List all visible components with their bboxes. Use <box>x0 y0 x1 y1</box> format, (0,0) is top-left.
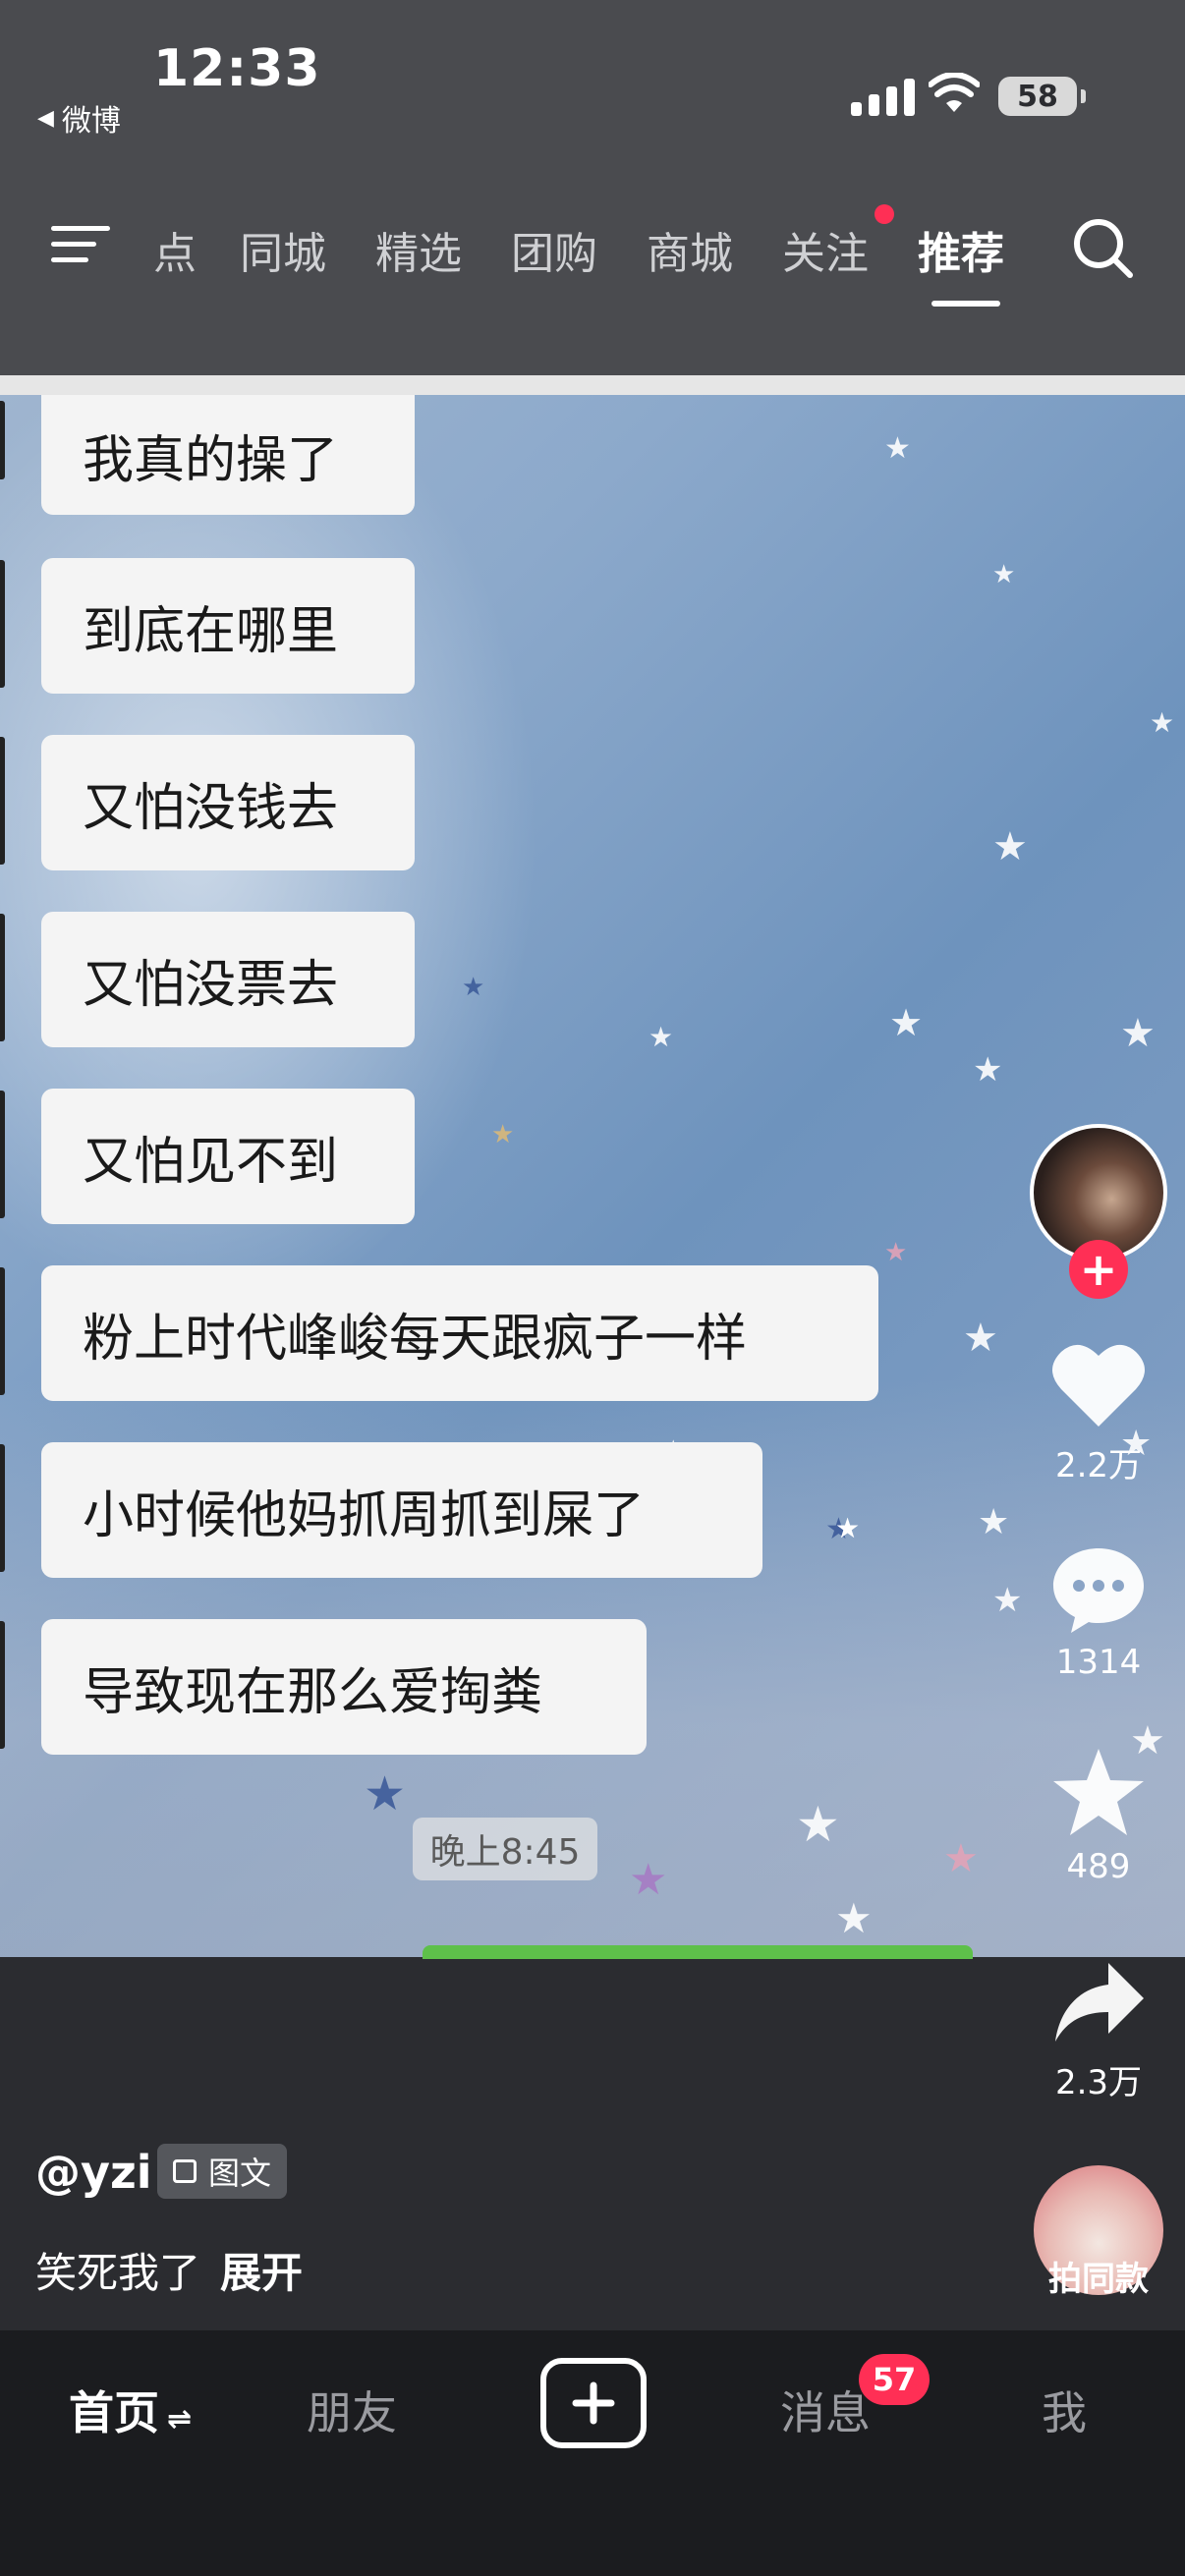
back-to-app-button[interactable]: ◀ 微博 <box>37 96 121 140</box>
star-decoration: ★ <box>462 973 485 1002</box>
like-button[interactable]: 2.2万 <box>1030 1340 1167 1486</box>
caption-text: 笑死我了 <box>35 2249 201 2297</box>
signal-icon <box>851 77 915 116</box>
share-button[interactable]: 2.3万 <box>1030 1957 1167 2103</box>
wifi-icon <box>929 73 980 112</box>
star-decoration: ★ <box>992 824 1028 869</box>
star-decoration: ★ <box>884 431 911 466</box>
share-count: 2.3万 <box>1054 2063 1143 2102</box>
star-decoration: ★ <box>978 1502 1010 1542</box>
back-arrow-icon: ◀ <box>37 105 54 131</box>
chat-edge <box>0 1091 5 1218</box>
battery-icon: 58 <box>998 77 1086 116</box>
status-time: 12:33 <box>153 39 321 98</box>
tab-friends[interactable]: 朋友 <box>307 2378 397 2442</box>
swap-icon: ⇌ <box>167 2402 193 2436</box>
post-media[interactable]: ★ ★ ★ ★ ★ ★ ★ ★ ★ ★ ★ ★ ★ ★ ★ ★ ★ ★ ★ ★ … <box>0 395 1185 1957</box>
comment-count: 1314 <box>1055 1643 1142 1682</box>
star-decoration: ★ <box>629 1855 668 1905</box>
star-decoration: ★ <box>1150 706 1175 739</box>
chat-bubble: 又怕见不到 <box>41 1089 415 1224</box>
star-decoration: ★ <box>963 1316 998 1361</box>
new-content-dot <box>875 204 894 224</box>
tab-home[interactable]: 首页 ⇌ <box>69 2378 192 2442</box>
tab-tongcheng[interactable]: 同城 <box>240 218 326 281</box>
post-caption: 笑死我了 展开 <box>35 2240 303 2300</box>
chat-bubble: 小时候他妈抓周抓到屎了 <box>41 1442 762 1578</box>
comment-button[interactable]: 1314 <box>1030 1544 1167 1682</box>
favorite-button[interactable]: 489 <box>1030 1745 1167 1886</box>
star-decoration: ★ <box>796 1796 840 1853</box>
tab-guanzhu[interactable]: 关注 <box>782 218 869 281</box>
same-style-label[interactable]: 拍同款 <box>1022 2252 1175 2300</box>
star-decoration: ★ <box>884 1238 908 1267</box>
expand-button[interactable]: 展开 <box>220 2249 303 2297</box>
menu-icon[interactable] <box>51 222 110 265</box>
star-decoration: ★ <box>992 1581 1023 1620</box>
follow-button[interactable]: + <box>1069 1240 1128 1299</box>
post-type-badge: 图文 <box>157 2144 288 2199</box>
star-icon <box>1053 1749 1144 1835</box>
create-post-button[interactable] <box>540 2358 647 2448</box>
battery-level: 58 <box>1017 79 1058 114</box>
chat-bubble: 我真的操了 <box>41 395 415 515</box>
comment-icon <box>1053 1548 1144 1633</box>
plus-icon <box>572 2381 615 2425</box>
messages-badge: 57 <box>859 2354 930 2405</box>
chat-bubble-partial <box>423 1945 973 1959</box>
star-decoration: ★ <box>943 1836 979 1881</box>
star-decoration: ★ <box>835 1512 861 1544</box>
tab-dian[interactable]: 点 <box>153 218 197 281</box>
star-decoration: ★ <box>973 1050 1003 1090</box>
image-text-icon <box>173 2159 197 2183</box>
divider <box>0 375 1185 395</box>
chat-bubble: 又怕没票去 <box>41 912 415 1047</box>
star-decoration: ★ <box>889 1001 924 1044</box>
chat-edge <box>0 1444 5 1572</box>
chat-edge <box>0 737 5 865</box>
chat-edge <box>0 560 5 688</box>
chat-bubble: 粉上时代峰峻每天跟疯子一样 <box>41 1265 878 1401</box>
chat-bubble: 导致现在那么爱掏粪 <box>41 1619 647 1755</box>
star-decoration: ★ <box>1120 1011 1156 1056</box>
tab-shangcheng[interactable]: 商城 <box>647 218 733 281</box>
heart-icon <box>1052 1344 1145 1427</box>
search-icon[interactable] <box>1071 216 1136 281</box>
post-type-label: 图文 <box>208 2155 272 2192</box>
chat-timestamp: 晚上8:45 <box>413 1818 597 1880</box>
back-app-label: 微博 <box>61 104 121 139</box>
like-count: 2.2万 <box>1054 1446 1143 1485</box>
star-decoration: ★ <box>491 1120 515 1149</box>
chat-bubble: 又怕没钱去 <box>41 735 415 870</box>
chat-edge <box>0 401 5 479</box>
author-handle[interactable]: @yzi <box>35 2146 152 2199</box>
tab-me[interactable]: 我 <box>1042 2378 1087 2442</box>
tab-tuijian[interactable]: 推荐 <box>918 218 1004 281</box>
tab-messages[interactable]: 消息 <box>780 2378 871 2442</box>
favorite-count: 489 <box>1066 1847 1131 1886</box>
tab-home-label: 首页 <box>69 2386 159 2439</box>
star-decoration: ★ <box>992 560 1016 589</box>
star-decoration: ★ <box>364 1766 407 1821</box>
chat-bubble: 到底在哪里 <box>41 558 415 694</box>
chat-edge <box>0 1621 5 1749</box>
share-icon <box>1055 1963 1144 2042</box>
chat-edge <box>0 1267 5 1395</box>
active-tab-indicator <box>931 301 1000 307</box>
plus-icon: + <box>1079 1243 1118 1296</box>
star-decoration: ★ <box>649 1021 674 1053</box>
tab-tuangou[interactable]: 团购 <box>511 218 597 281</box>
star-decoration: ★ <box>835 1894 873 1942</box>
chat-edge <box>0 914 5 1041</box>
tab-jingxuan[interactable]: 精选 <box>375 218 462 281</box>
